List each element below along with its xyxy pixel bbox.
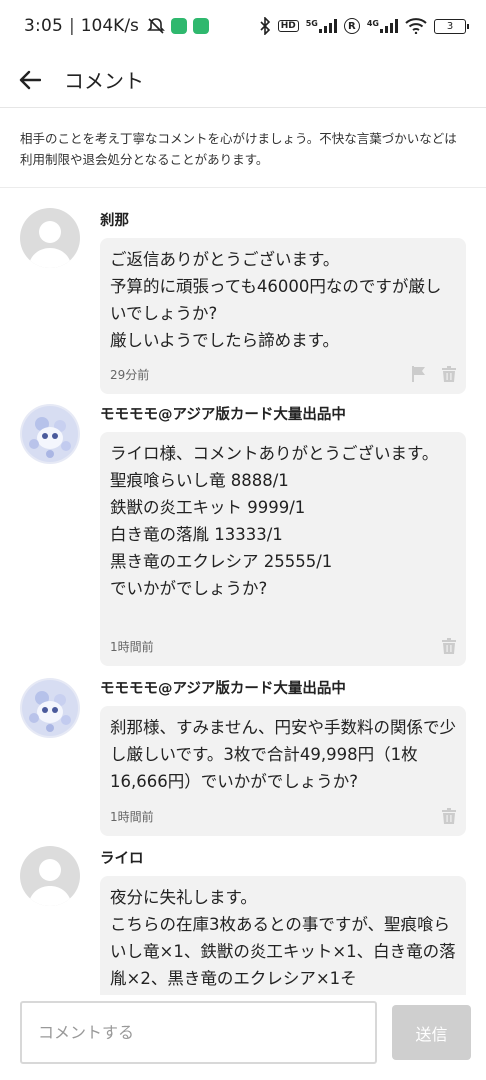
back-arrow-icon (19, 70, 41, 89)
comment-text: 夜分に失礼します。 こちらの在庫3枚あるとの事ですが、聖痕喰らいし竜×1、鉄獣の… (110, 888, 456, 988)
comment-time: 29分前 (110, 367, 150, 382)
hd-icon: HD (277, 20, 299, 32)
comment-bubble: ご返信ありがとうございます。 予算的に頑張っても46000円なのですが厳しいでし… (100, 238, 466, 394)
page-title: コメント (64, 69, 144, 93)
comment-author[interactable]: ライロ (100, 850, 144, 868)
wifi-icon (405, 18, 427, 34)
signal-4g-label: 4G (366, 19, 379, 28)
bluetooth-icon (260, 17, 270, 35)
trash-icon[interactable] (442, 638, 456, 654)
status-bar: 3:05 | 104K/s HD 5G R 4G 3 (0, 0, 486, 52)
back-button[interactable] (0, 52, 60, 108)
comment-actions (412, 366, 456, 382)
comment-item: モモモモ@アジア版カード大量出品中 ライロ様、コメントありがとうございます。 聖… (0, 404, 486, 674)
comment-actions (442, 638, 456, 654)
comment-list[interactable]: 刹那 ご返信ありがとうございます。 予算的に頑張っても46000円なのですが厳し… (0, 190, 486, 1000)
status-right-icons: HD 5G R 4G 3 (259, 17, 469, 35)
comment-bubble: ライロ様、コメントありがとうございます。 聖痕喰らいし竜 8888/1 鉄獣の炎… (100, 432, 466, 666)
battery-icon: 3 (434, 18, 469, 34)
comment-time: 1時間前 (110, 809, 154, 824)
trash-icon[interactable] (442, 366, 456, 382)
comment-author[interactable]: モモモモ@アジア版カード大量出品中 (100, 406, 346, 424)
chat-app-icon (192, 18, 209, 34)
muted-notifications-icon (146, 18, 165, 34)
comment-footer: 1時間前 (110, 796, 456, 836)
status-left-icons (146, 17, 209, 35)
comment-guideline-notice: 相手のことを考え丁寧なコメントを心がけましょう。不快な言葉づかいなどは利用制限や… (0, 108, 486, 188)
comment-item: 刹那 ご返信ありがとうございます。 予算的に頑張っても46000円なのですが厳し… (0, 208, 486, 398)
comment-text: ご返信ありがとうございます。 予算的に頑張っても46000円なのですが厳しいでし… (110, 250, 442, 350)
flag-icon[interactable] (412, 366, 426, 382)
seller-avatar[interactable] (20, 404, 80, 464)
default-avatar[interactable] (20, 208, 80, 268)
status-separator: | (68, 16, 75, 36)
shield-app-icon (170, 18, 187, 34)
default-avatar[interactable] (20, 846, 80, 906)
signal-4g-icon: 4G (367, 19, 398, 33)
comment-footer: 1時間前 (110, 626, 456, 666)
network-speed: 104K/s (80, 16, 139, 36)
comment-actions (442, 808, 456, 824)
comment-item: ライロ 夜分に失礼します。 こちらの在庫3枚あるとの事ですが、聖痕喰らいし竜×1… (0, 846, 486, 1000)
comment-input-bar: 送信 (0, 995, 486, 1080)
signal-5g-label: 5G (305, 19, 318, 28)
roaming-icon: R (343, 18, 360, 34)
comment-bubble: 刹那様、すみません、円安や手数料の関係で少し厳しいです。3枚で合計49,998円… (100, 706, 466, 836)
trash-icon[interactable] (442, 808, 456, 824)
comment-item: モモモモ@アジア版カード大量出品中 刹那様、すみません、円安や手数料の関係で少し… (0, 678, 486, 838)
seller-avatar[interactable] (20, 678, 80, 738)
comment-time: 1時間前 (110, 639, 154, 654)
comment-author[interactable]: モモモモ@アジア版カード大量出品中 (100, 680, 346, 698)
comment-text: 刹那様、すみません、円安や手数料の関係で少し厳しいです。3枚で合計49,998円… (110, 718, 457, 791)
comment-bubble: 夜分に失礼します。 こちらの在庫3枚あるとの事ですが、聖痕喰らいし竜×1、鉄獣の… (100, 876, 466, 1000)
comment-author[interactable]: 刹那 (100, 212, 129, 230)
comment-input[interactable] (20, 1001, 377, 1064)
status-time: 3:05 (24, 16, 63, 36)
comment-footer: 29分前 (110, 354, 456, 394)
signal-5g-icon: 5G (306, 19, 337, 33)
comment-text: ライロ様、コメントありがとうございます。 聖痕喰らいし竜 8888/1 鉄獣の炎… (110, 444, 439, 598)
app-bar: コメント (0, 52, 486, 108)
send-button[interactable]: 送信 (392, 1005, 471, 1060)
